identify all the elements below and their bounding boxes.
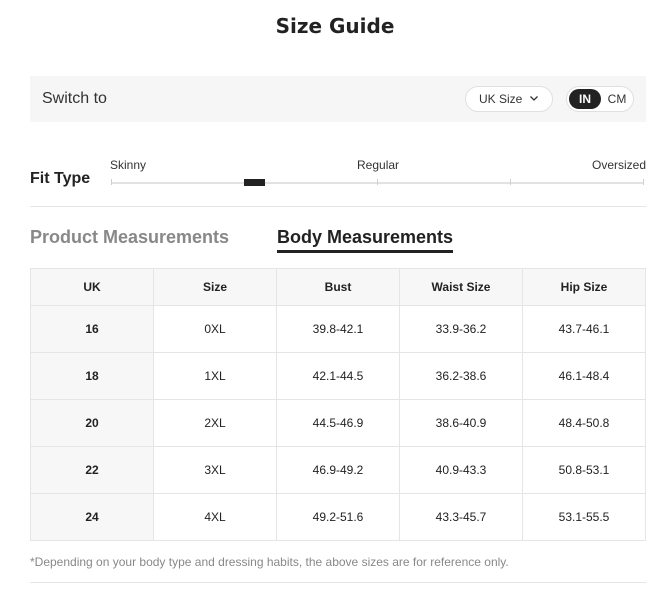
table-cell-bust: 44.5-46.9 [276,399,400,447]
table-cell-hip: 48.4-50.8 [522,399,646,447]
size-table: UK Size Bust Waist Size Hip Size 16 0XL … [30,268,646,541]
table-cell-waist: 36.2-38.6 [399,352,523,400]
fit-option-skinny: Skinny [110,158,147,172]
table-row: 22 3XL 46.9-49.2 40.9-43.3 50.8-53.1 [30,446,646,494]
unit-switch-bar: Switch to UK Size IN CM [30,76,646,122]
table-row: 16 0XL 39.8-42.1 33.9-36.2 43.7-46.1 [30,305,646,353]
size-system-value: UK Size [479,92,523,106]
table-cell-uk: 24 [30,493,154,541]
column-header-waist: Waist Size [399,268,523,306]
column-header-bust: Bust [276,268,400,306]
section-divider [30,206,646,207]
fit-option-regular: Regular [357,158,400,172]
table-row: 18 1XL 42.1-44.5 36.2-38.6 46.1-48.4 [30,352,646,400]
chevron-down-icon [530,96,538,101]
table-cell-uk: 16 [30,305,154,353]
table-cell-bust: 39.8-42.1 [276,305,400,353]
table-cell-uk: 20 [30,399,154,447]
table-row: 24 4XL 49.2-51.6 43.3-45.7 53.1-55.5 [30,493,646,541]
column-header-size: Size [153,268,277,306]
fit-scale-marker [243,179,265,186]
bottom-divider [30,582,646,583]
column-header-hip: Hip Size [522,268,646,306]
unit-cm-button[interactable]: CM [603,89,631,109]
table-cell-size: 0XL [153,305,277,353]
unit-in-button[interactable]: IN [569,89,601,109]
size-disclaimer: *Depending on your body type and dressin… [30,555,509,569]
table-cell-hip: 50.8-53.1 [522,446,646,494]
unit-toggle: IN CM [566,86,634,112]
switch-label: Switch to [42,90,107,107]
table-cell-waist: 33.9-36.2 [399,305,523,353]
table-cell-bust: 46.9-49.2 [276,446,400,494]
tab-product-measurements[interactable]: Product Measurements [30,227,229,248]
table-cell-bust: 49.2-51.6 [276,493,400,541]
table-cell-waist: 43.3-45.7 [399,493,523,541]
table-cell-size: 3XL [153,446,277,494]
fit-scale-tick [643,179,644,185]
fit-scale-tick [510,179,511,185]
table-cell-uk: 18 [30,352,154,400]
table-cell-hip: 46.1-48.4 [522,352,646,400]
fit-scale-tick [111,179,112,185]
fit-type-label: Fit Type [30,170,91,187]
table-cell-hip: 43.7-46.1 [522,305,646,353]
table-cell-uk: 22 [30,446,154,494]
table-cell-size: 1XL [153,352,277,400]
table-header-row: UK Size Bust Waist Size Hip Size [30,268,646,306]
table-cell-waist: 38.6-40.9 [399,399,523,447]
tab-body-measurements[interactable]: Body Measurements [277,227,454,253]
table-row: 20 2XL 44.5-46.9 38.6-40.9 48.4-50.8 [30,399,646,447]
page-title: Size Guide [275,14,395,38]
table-cell-size: 2XL [153,399,277,447]
table-cell-bust: 42.1-44.5 [276,352,400,400]
table-cell-waist: 40.9-43.3 [399,446,523,494]
table-cell-size: 4XL [153,493,277,541]
fit-scale-tick [377,179,378,185]
size-system-select[interactable]: UK Size [465,86,553,112]
column-header-uk: UK [30,268,154,306]
table-cell-hip: 53.1-55.5 [522,493,646,541]
fit-option-oversized: Oversized [592,158,647,172]
